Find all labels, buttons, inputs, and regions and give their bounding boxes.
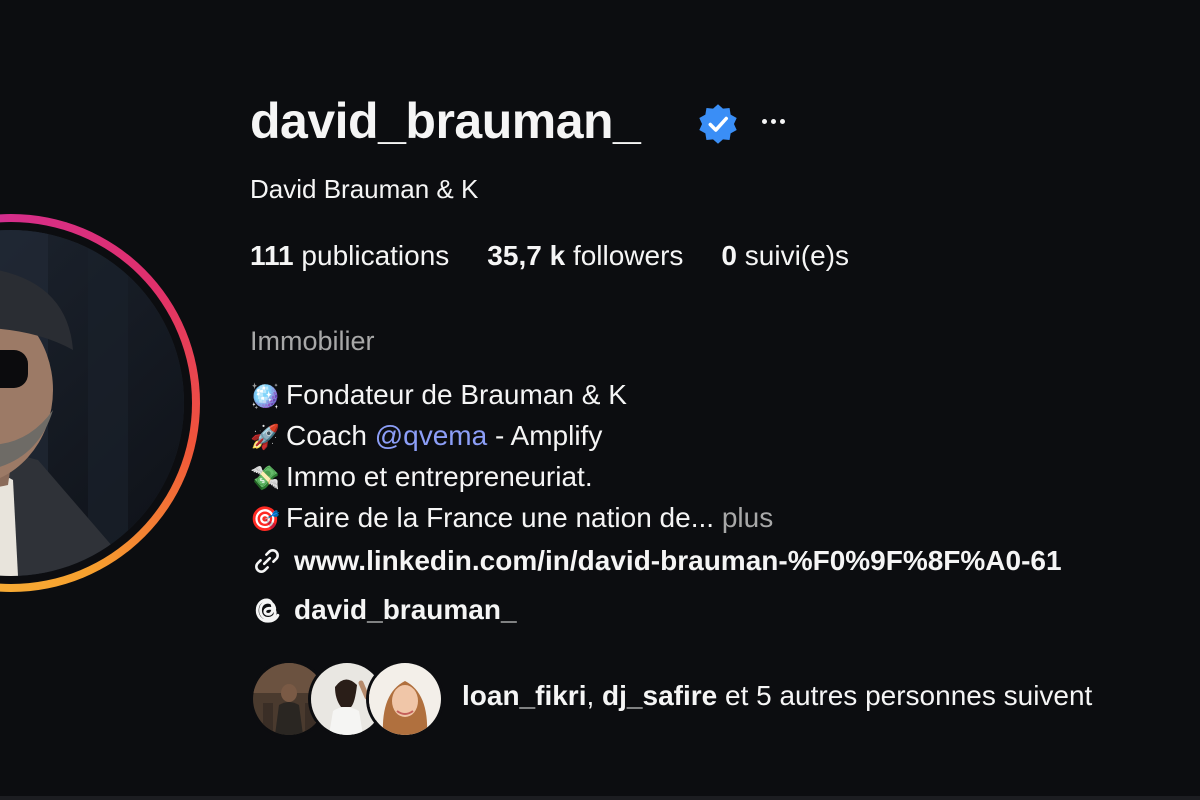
- rocket-icon: 🚀: [250, 423, 280, 451]
- threads-icon: [255, 598, 280, 623]
- profile-avatar[interactable]: [0, 230, 184, 576]
- posts-count: 111 publications: [250, 240, 450, 271]
- followed-by-text: loan_fikri, dj_safire et 5 autres person…: [462, 680, 1093, 711]
- bio-more-button[interactable]: plus: [722, 502, 773, 533]
- more-horizontal-icon: [761, 118, 767, 124]
- bio-line: 🪩 Fondateur de Brauman & K: [250, 374, 773, 415]
- profile-stats: 111 publications 35,7 k followers 0 suiv…: [250, 240, 849, 272]
- profile-username: david_brauman_: [250, 93, 641, 149]
- followers-link[interactable]: 35,7 k followers: [487, 240, 683, 272]
- target-icon: 🎯: [250, 505, 280, 533]
- money-wings-icon: 💸: [250, 464, 280, 492]
- profile-category: Immobilier: [250, 326, 375, 356]
- link-icon: [255, 549, 279, 573]
- bio-line: 💸 Immo et entrepreneuriat.: [250, 456, 773, 497]
- profile-page: david_brauman_ David Brauman & K 111 pub…: [0, 0, 1200, 800]
- threads-link[interactable]: david_brauman_: [250, 592, 517, 628]
- mention-link[interactable]: @qvema: [375, 420, 487, 451]
- profile-bio: 🪩 Fondateur de Brauman & K 🚀 Coach @qvema …: [250, 374, 773, 538]
- avatar-portrait: [0, 230, 184, 576]
- verified-badge-icon: [699, 104, 737, 144]
- more-options-button[interactable]: [756, 104, 790, 138]
- story-ring[interactable]: [0, 214, 200, 592]
- following-link[interactable]: 0 suivi(e)s: [721, 240, 849, 272]
- bio-line: 🚀 Coach @qvema - Amplify: [250, 415, 773, 456]
- profile-full-name: David Brauman & K: [250, 174, 479, 204]
- divider: [0, 796, 1200, 800]
- follower-username[interactable]: dj_safire: [602, 680, 717, 711]
- followed-by[interactable]: loan_fikri, dj_safire et 5 autres person…: [250, 660, 1200, 736]
- website-link[interactable]: www.linkedin.com/in/david-brauman-%F0%9F…: [250, 544, 1062, 578]
- follower-avatar: [366, 660, 444, 736]
- follower-username[interactable]: loan_fikri: [462, 680, 586, 711]
- website-url: www.linkedin.com/in/david-brauman-%F0%9F…: [294, 545, 1062, 576]
- bio-line: 🎯 Faire de la France une nation de... plu…: [250, 497, 773, 538]
- disco-ball-icon: 🪩: [250, 382, 280, 410]
- threads-username: david_brauman_: [294, 594, 517, 625]
